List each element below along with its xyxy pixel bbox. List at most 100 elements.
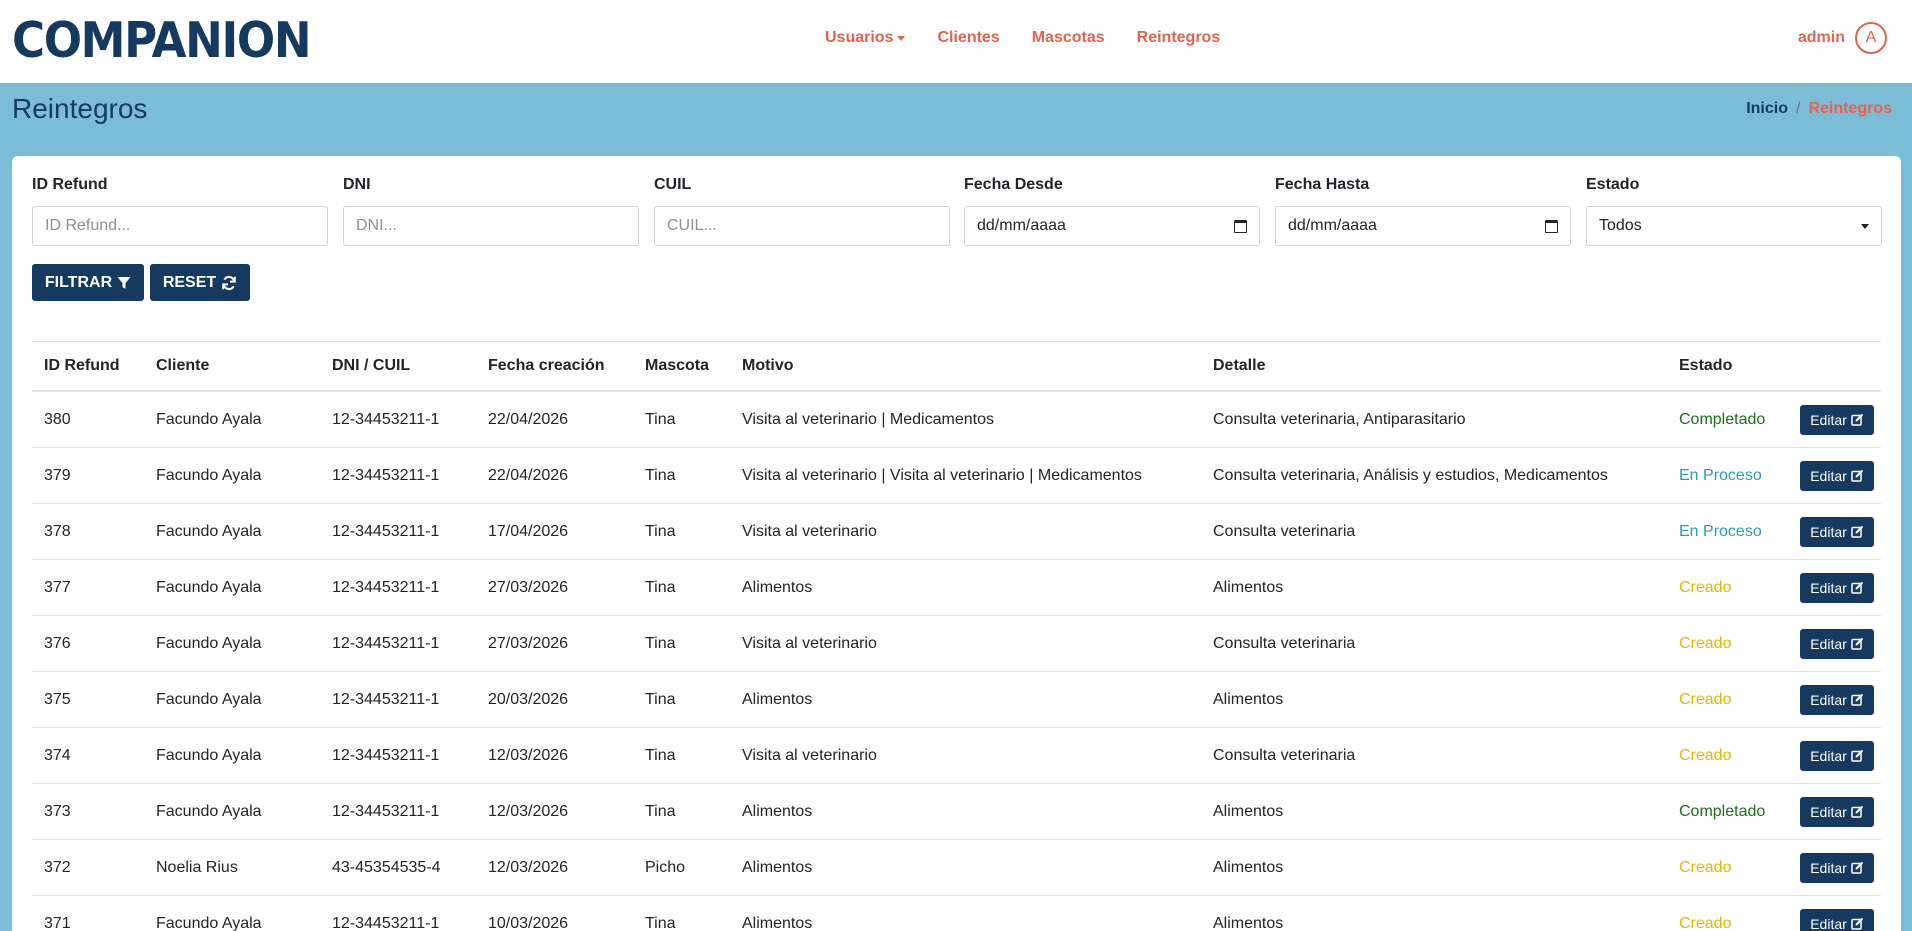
edit-button-label: Editar (1810, 747, 1847, 764)
fecha-desde-value: dd/mm/aaaa (977, 217, 1066, 234)
page-title: Reintegros (12, 93, 148, 124)
filter-estado: Estado Todos (1586, 176, 1882, 246)
cell-mascota: Picho (645, 858, 686, 876)
header-mascota[interactable]: Mascota (645, 342, 709, 390)
filter-icon (117, 276, 131, 289)
header-cliente[interactable]: Cliente (156, 342, 209, 390)
cell-cliente: Facundo Ayala (156, 634, 262, 652)
reset-button[interactable]: RESET (150, 264, 250, 301)
estado-select-value: Todos (1599, 217, 1642, 234)
header-dni-cuil[interactable]: DNI / CUIL (332, 342, 410, 390)
status-badge: Creado (1679, 690, 1732, 708)
fecha-hasta-value: dd/mm/aaaa (1288, 217, 1377, 234)
id-refund-input[interactable]: ID Refund... (32, 206, 328, 246)
cell-id: 379 (44, 466, 71, 484)
edit-button-label: Editar (1810, 411, 1847, 428)
edit-icon (1851, 413, 1863, 426)
fecha-desde-input[interactable]: dd/mm/aaaa (964, 206, 1260, 246)
status-badge: Creado (1679, 634, 1732, 652)
avatar[interactable]: A (1855, 22, 1887, 54)
cell-cliente: Facundo Ayala (156, 746, 262, 764)
logo[interactable]: COMPANION (12, 14, 312, 68)
cell-id: 377 (44, 578, 71, 596)
nav-mascotas[interactable]: Mascotas (1032, 29, 1105, 47)
table-row: 376 Facundo Ayala 12-34453211-1 27/03/2026 T… (32, 616, 1881, 672)
header-fecha-creacion[interactable]: Fecha creación (488, 342, 605, 390)
edit-button[interactable]: Editar (1800, 572, 1874, 603)
user-menu[interactable]: admin A (1798, 22, 1887, 54)
row-actions: Editar (1800, 728, 1874, 783)
cell-dni-cuil: 12-34453211-1 (332, 690, 440, 708)
edit-button[interactable]: Editar (1800, 796, 1874, 827)
cell-cliente: Facundo Ayala (156, 522, 262, 540)
cell-detalle: Consulta veterinaria (1213, 634, 1356, 652)
cell-cliente: Facundo Ayala (156, 914, 262, 931)
row-actions: Editar (1800, 504, 1874, 559)
header-estado[interactable]: Estado (1679, 342, 1732, 390)
filter-id-refund-label: ID Refund (32, 176, 108, 193)
calendar-icon[interactable] (1234, 219, 1247, 233)
row-actions: Editar (1800, 560, 1874, 615)
edit-button[interactable]: Editar (1800, 628, 1874, 659)
cell-detalle: Alimentos (1213, 914, 1284, 931)
nav-clientes[interactable]: Clientes (937, 29, 999, 47)
edit-button[interactable]: Editar (1800, 460, 1874, 491)
estado-select[interactable]: Todos (1586, 206, 1882, 246)
cell-motivo: Visita al veterinario (742, 746, 877, 764)
edit-button[interactable]: Editar (1800, 740, 1874, 771)
cell-motivo: Alimentos (742, 858, 813, 876)
edit-button[interactable]: Editar (1800, 852, 1874, 883)
table-row: 379 Facundo Ayala 12-34453211-1 22/04/2026 T… (32, 448, 1881, 504)
nav-usuarios-label: Usuarios (825, 28, 894, 46)
row-actions: Editar (1800, 784, 1874, 839)
cuil-input[interactable]: CUIL... (654, 206, 950, 246)
refresh-icon (222, 275, 236, 290)
header-motivo[interactable]: Motivo (742, 342, 794, 390)
cell-detalle: Alimentos (1213, 578, 1284, 596)
cell-fecha: 10/03/2026 (488, 914, 569, 931)
cell-dni-cuil: 12-34453211-1 (332, 746, 440, 764)
dni-input[interactable]: DNI... (343, 206, 639, 246)
cell-mascota: Tina (645, 914, 676, 931)
cell-mascota: Tina (645, 578, 676, 596)
status-badge: Creado (1679, 746, 1732, 764)
cell-dni-cuil: 12-34453211-1 (332, 522, 440, 540)
cell-motivo: Visita al veterinario (742, 522, 877, 540)
edit-button[interactable]: Editar (1800, 404, 1874, 435)
cell-id: 380 (44, 410, 71, 428)
cell-motivo: Visita al veterinario (742, 634, 877, 652)
cell-id: 376 (44, 634, 71, 652)
cell-dni-cuil: 43-45354535-4 (332, 858, 441, 876)
table-row: 375 Facundo Ayala 12-34453211-1 20/03/2026 T… (32, 672, 1881, 728)
row-actions: Editar (1800, 448, 1874, 503)
filter-cuil: CUIL CUIL... (654, 176, 950, 246)
breadcrumb-home[interactable]: Inicio (1746, 100, 1788, 118)
row-actions: Editar (1800, 672, 1874, 727)
header-id-refund[interactable]: ID Refund (44, 342, 120, 390)
filter-button-label: FILTRAR (44, 273, 113, 291)
table-row: 373 Facundo Ayala 12-34453211-1 12/03/2026 T… (32, 784, 1881, 840)
cell-detalle: Alimentos (1213, 858, 1284, 876)
nav-reintegros[interactable]: Reintegros (1137, 29, 1221, 47)
cell-dni-cuil: 12-34453211-1 (332, 802, 440, 820)
header-detalle[interactable]: Detalle (1213, 342, 1265, 390)
row-actions: Editar (1800, 392, 1874, 447)
cell-id: 378 (44, 522, 71, 540)
fecha-hasta-input[interactable]: dd/mm/aaaa (1275, 206, 1571, 246)
navbar: COMPANION Usuarios Clientes Mascotas Rei… (0, 0, 1912, 83)
cell-id: 374 (44, 746, 71, 764)
cell-detalle: Consulta veterinaria, Antiparasitario (1213, 410, 1466, 428)
filter-button[interactable]: FILTRAR (32, 264, 144, 301)
edit-button-label: Editar (1810, 859, 1847, 876)
table-row: 374 Facundo Ayala 12-34453211-1 12/03/2026 T… (32, 728, 1881, 784)
edit-button-label: Editar (1810, 691, 1847, 708)
cell-motivo: Alimentos (742, 802, 813, 820)
cell-detalle: Consulta veterinaria (1213, 522, 1356, 540)
edit-button[interactable]: Editar (1800, 516, 1874, 547)
calendar-icon[interactable] (1545, 219, 1558, 233)
nav-links: Usuarios Clientes Mascotas Reintegros (825, 0, 1220, 75)
edit-button[interactable]: Editar (1800, 908, 1874, 931)
nav-usuarios[interactable]: Usuarios (825, 28, 906, 47)
edit-button[interactable]: Editar (1800, 684, 1874, 715)
refunds-table: ID Refund Cliente DNI / CUIL Fecha creac… (32, 341, 1881, 931)
